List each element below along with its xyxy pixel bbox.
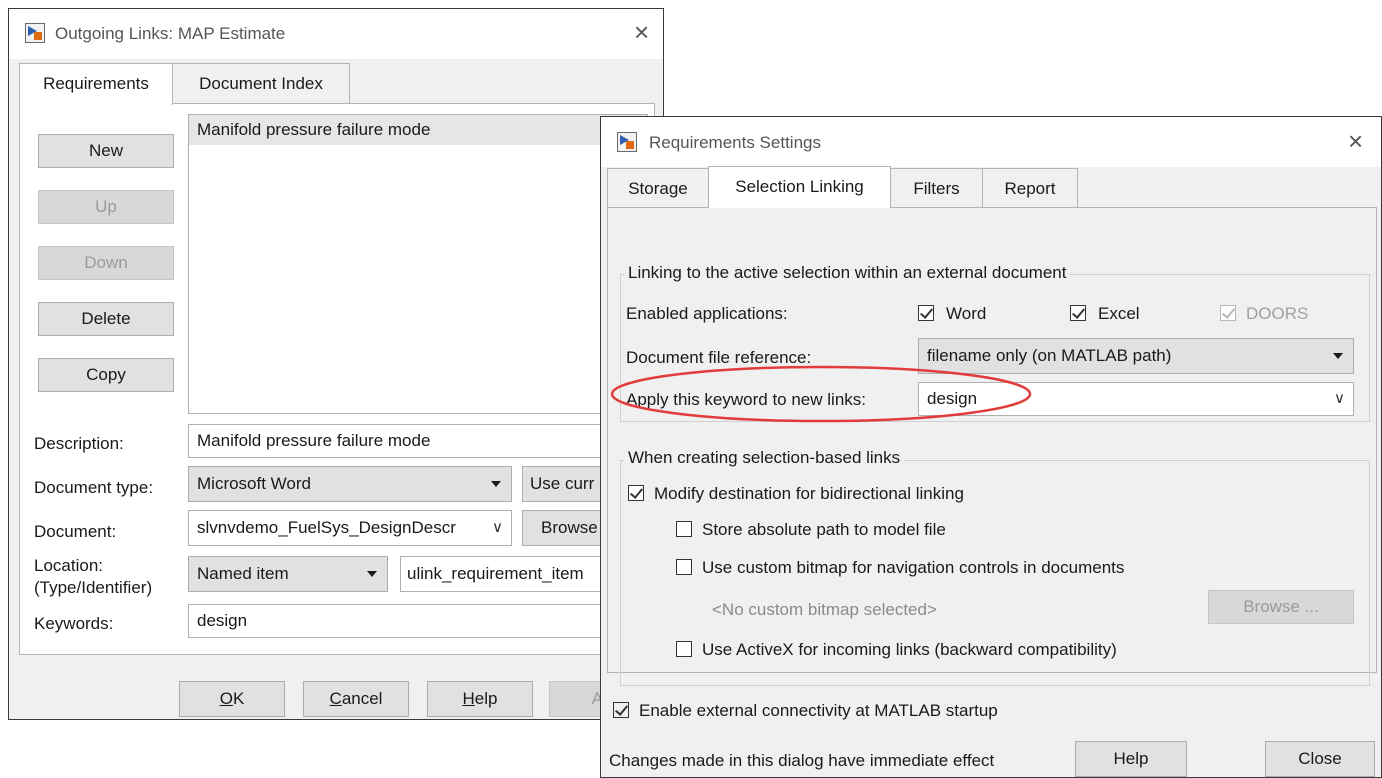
help-button[interactable]: Help	[427, 681, 533, 717]
location-type-select[interactable]: Named item	[188, 556, 388, 592]
dropdown-arrow-icon	[1333, 353, 1343, 359]
custom-bitmap-checkbox[interactable]	[676, 559, 692, 575]
matlab-app-icon	[617, 132, 637, 152]
custom-bitmap-label: Use custom bitmap for navigation control…	[702, 558, 1125, 577]
copy-button[interactable]: Copy	[38, 358, 174, 392]
tab-storage[interactable]: Storage	[607, 168, 709, 208]
keywords-label: Keywords:	[34, 614, 114, 633]
activex-label: Use ActiveX for incoming links (backward…	[702, 640, 1117, 659]
enable-external-connectivity-checkbox[interactable]	[613, 702, 629, 718]
close-button[interactable]: Close	[1265, 741, 1375, 777]
down-button[interactable]: Down	[38, 246, 174, 280]
keyword-highlight-ellipse	[610, 365, 1032, 423]
requirements-panel: New Up Down Delete Copy Manifold pressur…	[19, 103, 662, 655]
help-mnemonic: H	[462, 689, 475, 708]
word-checkbox[interactable]	[918, 305, 934, 321]
close-icon[interactable]: ×	[634, 19, 649, 45]
linking-group-title: Linking to the active selection within a…	[624, 263, 1071, 283]
description-label: Description:	[34, 434, 124, 453]
location-type-value: Named item	[197, 564, 289, 583]
tab-document-index[interactable]: Document Index	[172, 63, 350, 103]
excel-label: Excel	[1098, 304, 1140, 323]
no-bitmap-text: <No custom bitmap selected>	[712, 600, 937, 619]
cancel-button[interactable]: Cancel	[303, 681, 409, 717]
dropdown-arrow-icon	[491, 481, 501, 487]
doors-label: DOORS	[1246, 304, 1309, 323]
document-type-label: Document type:	[34, 478, 154, 497]
ok-mnemonic: O	[219, 689, 233, 708]
location-label: Location:	[34, 556, 103, 575]
word-label: Word	[946, 304, 987, 323]
document-file-reference-value: filename only (on MATLAB path)	[927, 346, 1172, 365]
tab-filters[interactable]: Filters	[890, 168, 983, 208]
enabled-applications-label: Enabled applications:	[626, 304, 788, 323]
up-button[interactable]: Up	[38, 190, 174, 224]
document-field[interactable]: slvnvdemo_FuelSys_DesignDescr ∨	[188, 510, 512, 546]
selection-linking-panel: Linking to the active selection within a…	[607, 207, 1377, 686]
document-type-value: Microsoft Word	[197, 474, 311, 493]
excel-checkbox[interactable]	[1070, 305, 1086, 321]
modify-destination-checkbox[interactable]	[628, 485, 644, 501]
tab-selection-linking[interactable]: Selection Linking	[708, 166, 891, 208]
help-button[interactable]: Help	[1075, 741, 1187, 777]
window-title: Outgoing Links: MAP Estimate	[55, 24, 286, 43]
cancel-label: ancel	[341, 689, 383, 708]
cancel-mnemonic: C	[329, 689, 342, 708]
ok-button[interactable]: OK	[179, 681, 285, 717]
store-absolute-path-label: Store absolute path to model file	[702, 520, 946, 539]
document-value: slvnvdemo_FuelSys_DesignDescr	[197, 518, 456, 537]
requirements-settings-dialog: Requirements Settings × Storage Selectio…	[600, 116, 1382, 778]
store-absolute-path-checkbox[interactable]	[676, 521, 692, 537]
window-title: Requirements Settings	[649, 133, 821, 152]
document-label: Document:	[34, 522, 117, 541]
enable-external-connectivity-label: Enable external connectivity at MATLAB s…	[639, 701, 998, 720]
tab-requirements[interactable]: Requirements	[19, 63, 173, 105]
location-sublabel: (Type/Identifier)	[34, 578, 153, 597]
new-button[interactable]: New	[38, 134, 174, 168]
status-text: Changes made in this dialog have immedia…	[609, 751, 995, 770]
activex-checkbox[interactable]	[676, 641, 692, 657]
bitmap-browse-button[interactable]: Browse ...	[1208, 590, 1354, 624]
title-bar: Outgoing Links: MAP Estimate ×	[9, 9, 663, 59]
document-type-select[interactable]: Microsoft Word	[188, 466, 512, 502]
ok-label: K	[232, 689, 245, 708]
description-field[interactable]: Manifold pressure failure mode	[188, 424, 648, 458]
outgoing-links-dialog: Outgoing Links: MAP Estimate × Requireme…	[8, 8, 664, 720]
chevron-down-icon: ∨	[492, 519, 503, 536]
matlab-app-icon	[25, 23, 45, 43]
modify-destination-label: Modify destination for bidirectional lin…	[654, 484, 964, 503]
help-label: elp	[474, 689, 498, 708]
selection-links-group-title: When creating selection-based links	[624, 448, 905, 468]
title-bar: Requirements Settings ×	[601, 117, 1381, 167]
delete-button[interactable]: Delete	[38, 302, 174, 336]
keywords-field[interactable]: design	[188, 604, 648, 638]
tab-report[interactable]: Report	[982, 168, 1078, 208]
list-item[interactable]: Manifold pressure failure mode	[189, 115, 647, 145]
chevron-down-icon: ∨	[1334, 390, 1345, 407]
close-icon[interactable]: ×	[1348, 128, 1363, 154]
doors-checkbox[interactable]	[1220, 305, 1236, 321]
requirements-list[interactable]: Manifold pressure failure mode	[188, 114, 648, 414]
dropdown-arrow-icon	[367, 571, 377, 577]
